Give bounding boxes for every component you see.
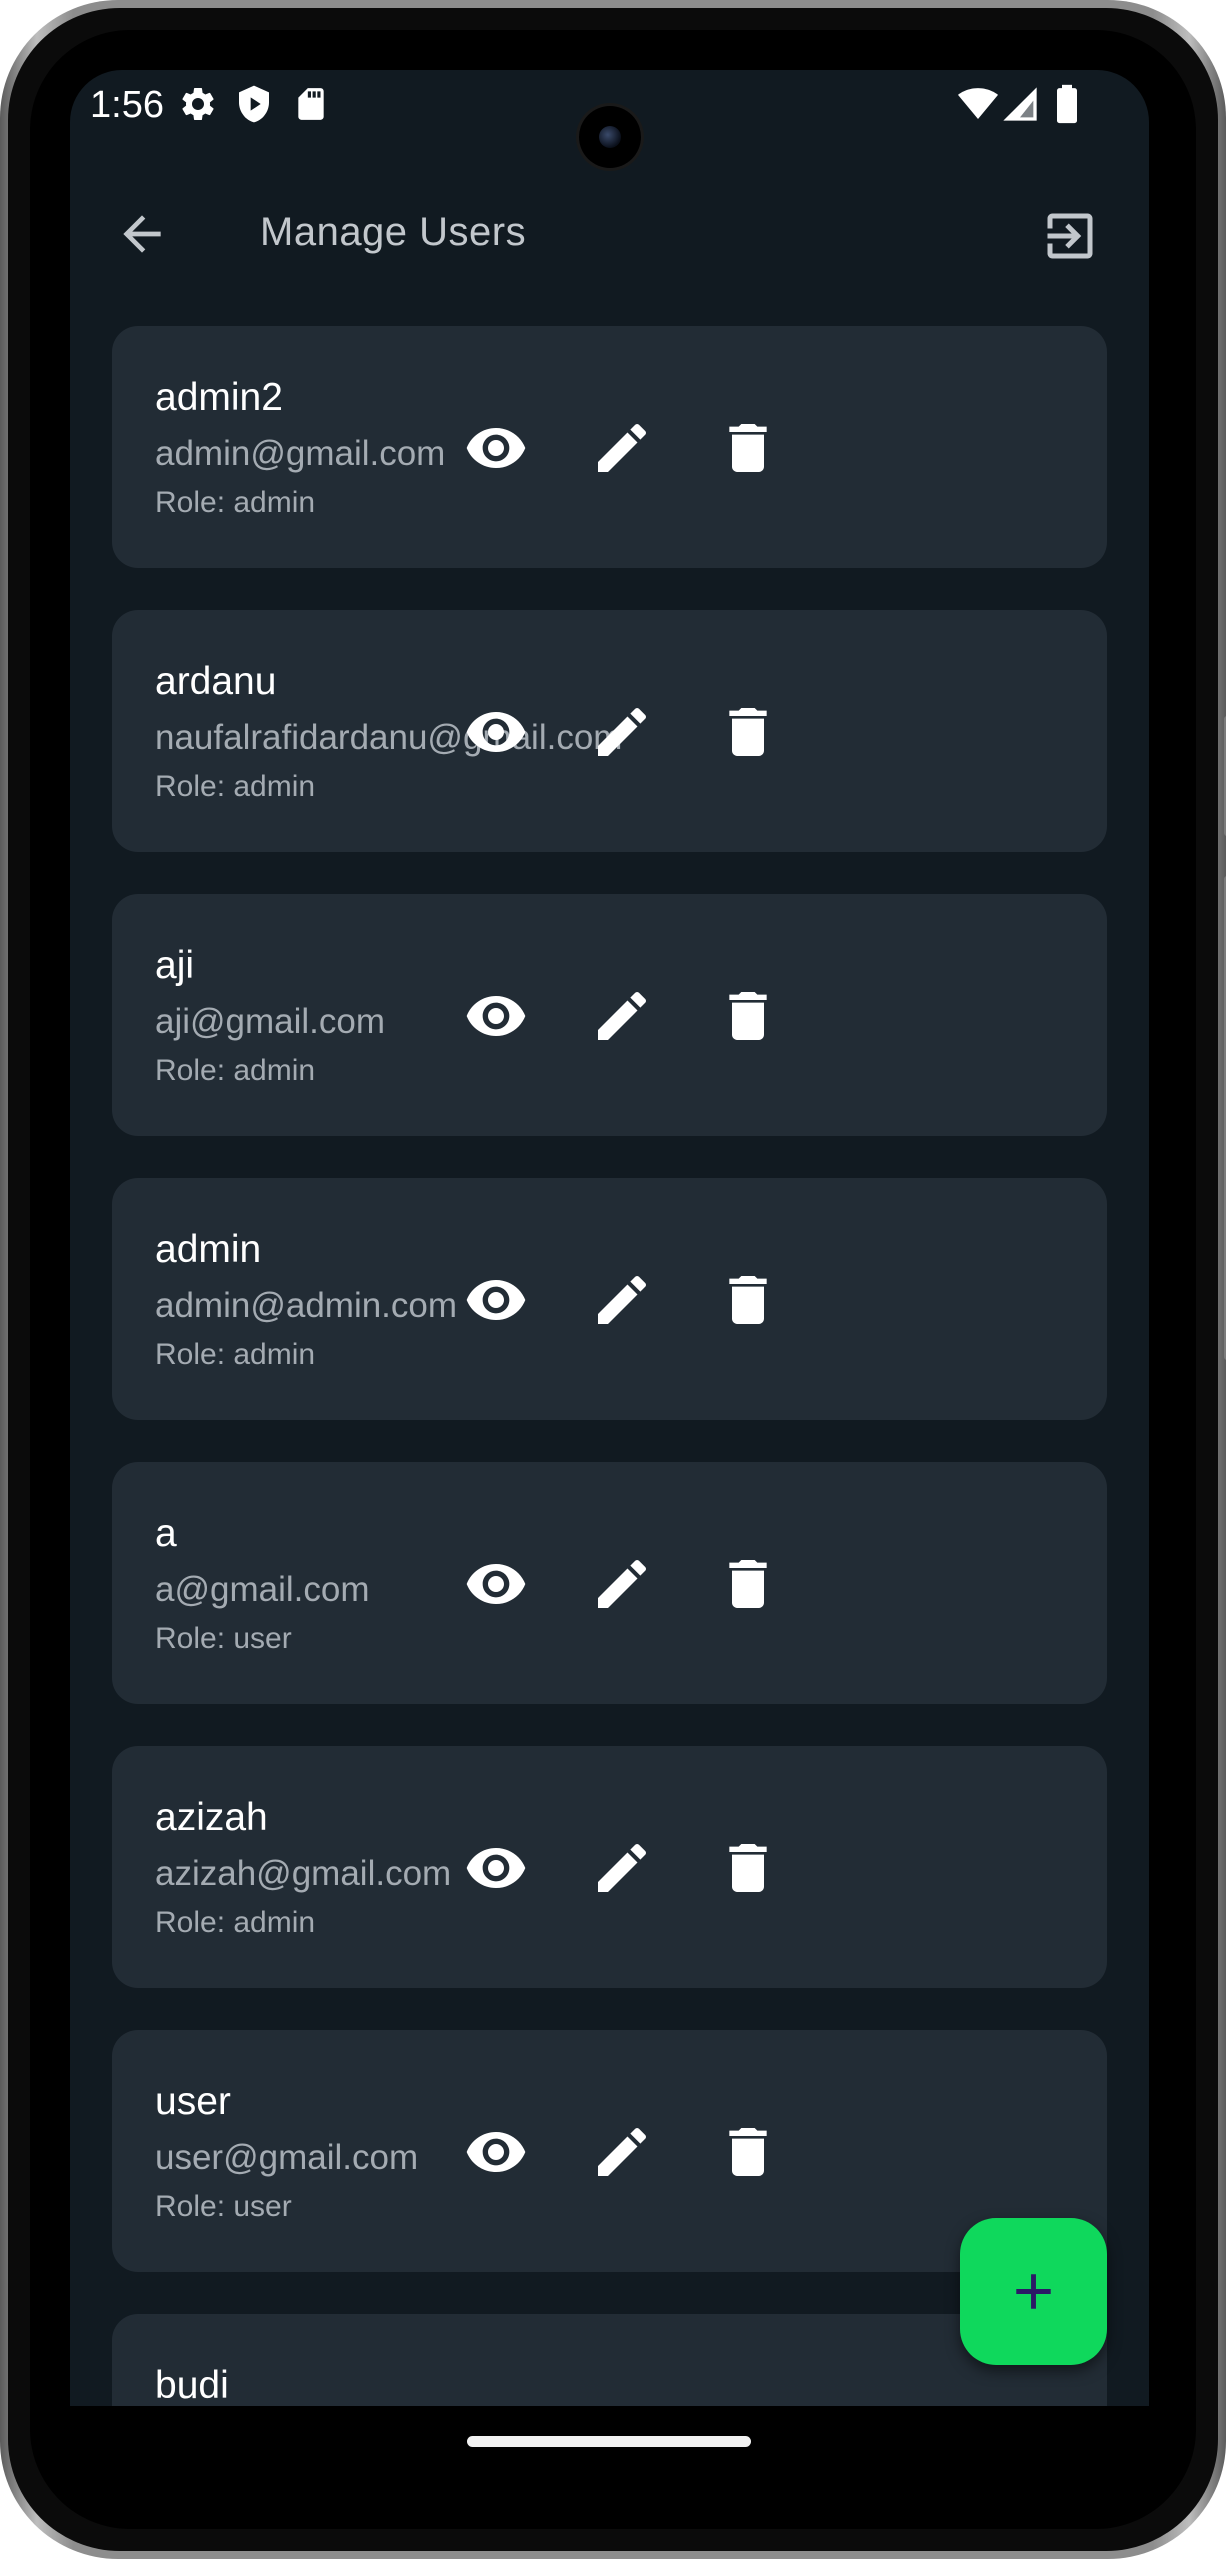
user-card: admin2 admin@gmail.com Role: admin [112, 326, 1107, 568]
pencil-icon[interactable] [590, 1552, 654, 1616]
navigation-bar [70, 2406, 1149, 2496]
user-card: user user@gmail.com Role: user [112, 2030, 1107, 2272]
shield-play-icon [239, 85, 269, 123]
user-card: aji aji@gmail.com Role: admin [112, 894, 1107, 1136]
battery-icon [1057, 84, 1077, 124]
user-email: admin@gmail.com [155, 434, 446, 473]
user-name: admin [155, 1228, 262, 1271]
sd-card-icon [298, 88, 324, 120]
wifi-icon [958, 88, 998, 119]
user-card: a a@gmail.com Role: user [112, 1462, 1107, 1704]
trash-icon[interactable] [716, 2120, 780, 2184]
user-card: budi [112, 2314, 1107, 2406]
user-name: aji [155, 944, 195, 987]
eye-icon[interactable] [464, 1268, 528, 1332]
user-name: azizah [155, 1796, 268, 1839]
user-role: Role: admin [155, 1338, 316, 1371]
user-card: azizah azizah@gmail.com Role: admin [112, 1746, 1107, 1988]
pencil-icon[interactable] [590, 416, 654, 480]
eye-icon[interactable] [464, 416, 528, 480]
eye-icon[interactable] [464, 1552, 528, 1616]
user-role: Role: admin [155, 770, 316, 803]
user-name: ardanu [155, 660, 277, 703]
user-role: Role: user [155, 2190, 292, 2223]
home-indicator[interactable] [467, 2436, 751, 2447]
trash-icon[interactable] [716, 700, 780, 764]
arrow-back-icon[interactable] [114, 206, 170, 262]
plus-icon [1016, 2274, 1051, 2309]
trash-icon[interactable] [716, 1268, 780, 1332]
trash-icon[interactable] [716, 1836, 780, 1900]
logout-icon[interactable] [1040, 206, 1100, 266]
user-email: naufalrafidardanu@gmail.com [155, 718, 623, 757]
pencil-icon[interactable] [590, 984, 654, 1048]
pencil-icon[interactable] [590, 1268, 654, 1332]
status-time: 1:56 [90, 84, 164, 126]
user-role: Role: admin [155, 1054, 316, 1087]
eye-icon[interactable] [464, 700, 528, 764]
pencil-icon[interactable] [590, 1836, 654, 1900]
pencil-icon[interactable] [590, 2120, 654, 2184]
add-user-button[interactable] [960, 2218, 1107, 2365]
user-role: Role: admin [155, 1906, 316, 1939]
eye-icon[interactable] [464, 1836, 528, 1900]
user-card: admin admin@admin.com Role: admin [112, 1178, 1107, 1420]
screen: 1:56 Manage Users admin2 admin@gmail.com… [70, 70, 1149, 2406]
trash-icon[interactable] [716, 984, 780, 1048]
trash-icon[interactable] [716, 1552, 780, 1616]
user-name: user [155, 2080, 231, 2123]
user-email: azizah@gmail.com [155, 1854, 452, 1893]
front-camera [579, 106, 641, 168]
app-bar: Manage Users [70, 180, 1149, 310]
eye-icon[interactable] [464, 2120, 528, 2184]
page-title: Manage Users [260, 210, 527, 254]
trash-icon[interactable] [716, 416, 780, 480]
user-name: a [155, 1512, 177, 1555]
user-role: Role: user [155, 1622, 292, 1655]
user-email: aji@gmail.com [155, 1002, 386, 1041]
user-name: admin2 [155, 376, 283, 419]
user-card: ardanu naufalrafidardanu@gmail.com Role:… [112, 610, 1107, 852]
user-email: admin@admin.com [155, 1286, 458, 1325]
settings-icon [182, 87, 214, 120]
cellular-signal-icon [1003, 87, 1037, 121]
user-role: Role: admin [155, 486, 316, 519]
user-email: user@gmail.com [155, 2138, 419, 2177]
user-email: a@gmail.com [155, 1570, 370, 1609]
pencil-icon[interactable] [590, 700, 654, 764]
eye-icon[interactable] [464, 984, 528, 1048]
user-name: budi [155, 2364, 229, 2406]
